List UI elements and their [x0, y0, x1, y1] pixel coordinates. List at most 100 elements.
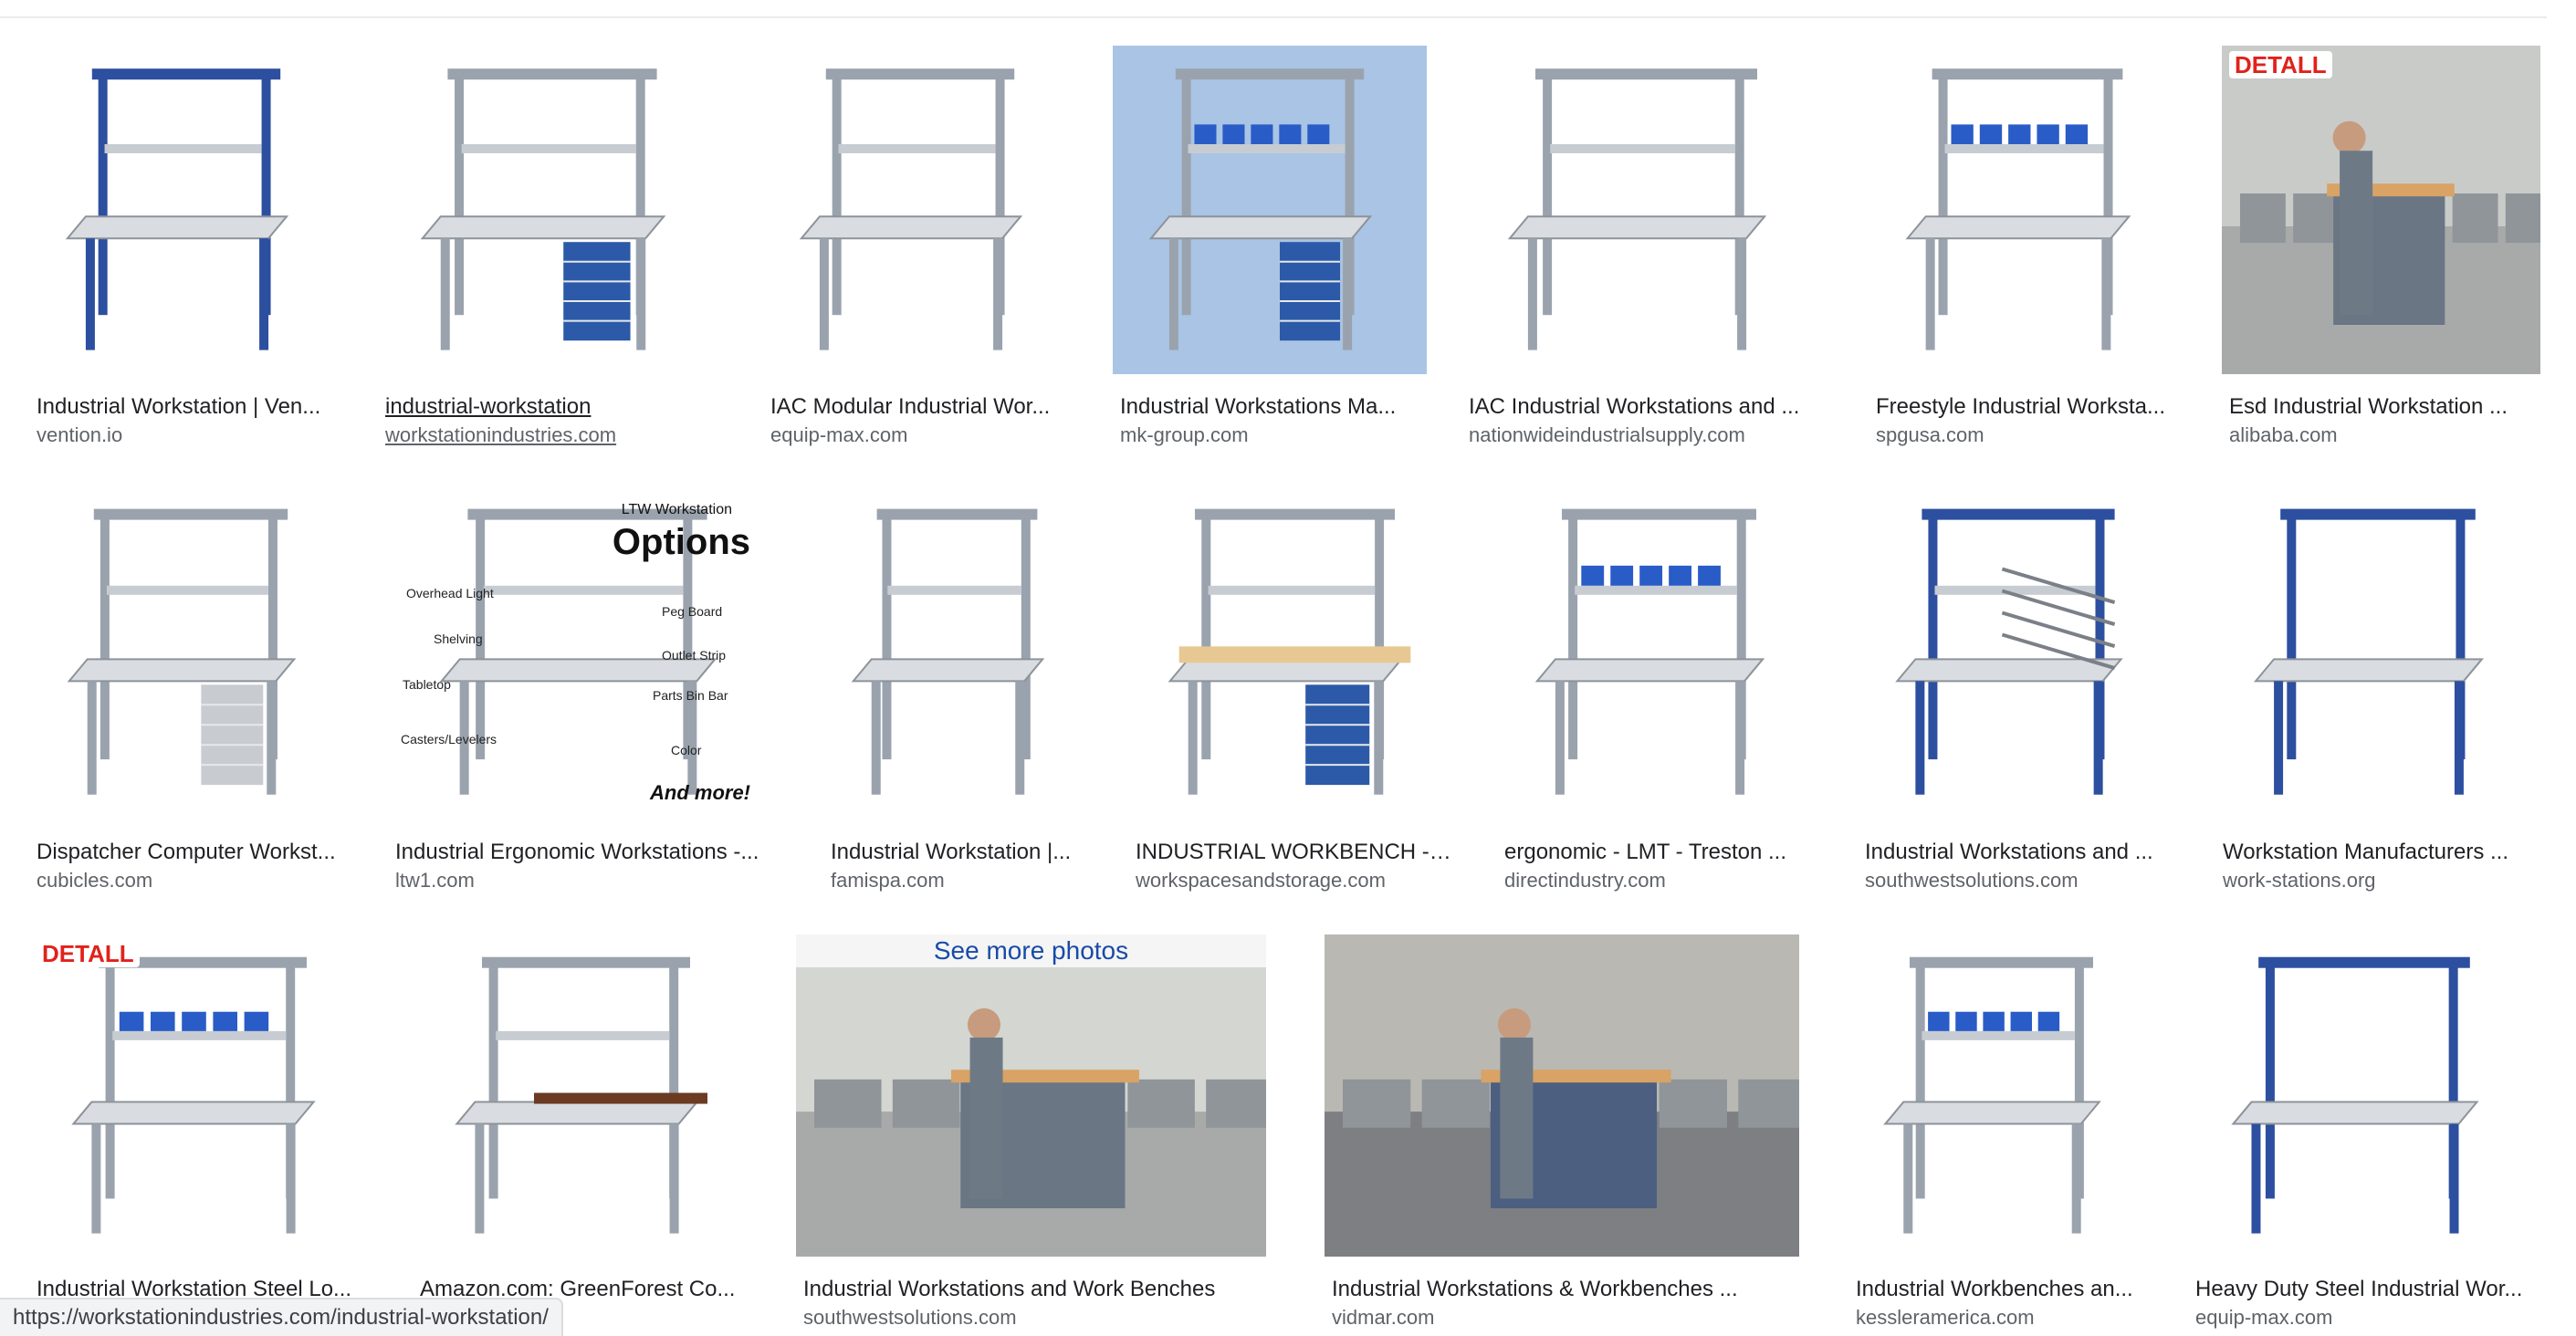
result-thumbnail[interactable] [2215, 485, 2540, 819]
image-result-card[interactable]: DETALL Industrial Workstation Steel Lo... [29, 934, 376, 1304]
result-source-domain[interactable]: equip-max.com [2195, 1304, 2533, 1331]
brand-logo: DETALL [2229, 51, 2332, 78]
result-thumbnail[interactable] [29, 485, 352, 819]
image-result-card[interactable]: ergonomic - LMT - Treston ... directindus… [1497, 485, 1821, 894]
result-source-domain[interactable]: vidmar.com [1332, 1304, 1792, 1331]
result-thumbnail[interactable] [1113, 46, 1427, 374]
result-source-domain[interactable]: famispa.com [831, 867, 1084, 894]
result-title[interactable]: Industrial Workstations & Workbenches ..… [1332, 1275, 1792, 1304]
result-title[interactable]: Freestyle Industrial Worksta... [1876, 392, 2179, 422]
thumbnail-illustration [796, 934, 1266, 1257]
result-thumbnail[interactable] [2188, 934, 2540, 1257]
result-title[interactable]: Esd Industrial Workstation ... [2229, 392, 2533, 422]
thumbnail-illustration [378, 46, 727, 374]
result-source-domain[interactable]: nationwideindustrialsupply.com [1469, 422, 1824, 449]
image-result-card[interactable]: IAC Industrial Workstations and ... natio… [1461, 46, 1831, 449]
result-title[interactable]: Industrial Workstations and ... [1865, 838, 2172, 867]
result-thumbnail[interactable] [1869, 46, 2186, 374]
ltw-callout-label: Casters/Levelers [401, 732, 497, 746]
ltw-callout-label: Overhead Light [406, 586, 494, 600]
result-thumbnail[interactable]: See more photos [796, 934, 1266, 1257]
ltw-callout-label: Shelving [434, 631, 483, 646]
result-title[interactable]: Industrial Workstations Ma... [1120, 392, 1419, 422]
image-result-card[interactable]: Heavy Duty Steel Industrial Wor... equip-… [2188, 934, 2540, 1331]
thumbnail-illustration [29, 934, 376, 1257]
result-title[interactable]: IAC Modular Industrial Wor... [770, 392, 1070, 422]
thumbnail-illustration [1113, 46, 1427, 374]
thumbnail-illustration [1128, 485, 1461, 819]
image-result-card[interactable]: IAC Modular Industrial Wor... equip-max.c… [763, 46, 1077, 449]
result-thumbnail[interactable] [378, 46, 727, 374]
result-source-domain[interactable]: kessleramerica.com [1856, 1304, 2147, 1331]
result-thumbnail[interactable] [1325, 934, 1799, 1257]
result-thumbnail[interactable] [1461, 46, 1831, 374]
result-source-domain[interactable]: workspacesandstorage.com [1136, 867, 1454, 894]
thumbnail-illustration [2188, 934, 2540, 1257]
ltw-small-label: LTW Workstation [621, 502, 732, 517]
result-title[interactable]: Industrial Ergonomic Workstations -... [395, 838, 780, 867]
ltw-callout-label: Tabletop [403, 677, 451, 692]
result-source-domain[interactable]: southwestsolutions.com [803, 1304, 1259, 1331]
see-more-photos-link[interactable]: See more photos [796, 934, 1266, 967]
result-title[interactable]: Heavy Duty Steel Industrial Wor... [2195, 1275, 2533, 1304]
result-source-domain[interactable]: alibaba.com [2229, 422, 2533, 449]
result-thumbnail[interactable]: DETALL [29, 934, 376, 1257]
result-title[interactable]: INDUSTRIAL WORKBENCH - 8... [1136, 838, 1454, 867]
ltw-more-text: And more! [650, 781, 750, 804]
result-thumbnail[interactable] [1128, 485, 1461, 819]
image-result-card[interactable]: Workstation Manufacturers ... work-statio… [2215, 485, 2540, 894]
result-title[interactable]: Industrial Workbenches an... [1856, 1275, 2147, 1304]
thumbnail-illustration [1869, 46, 2186, 374]
image-result-card[interactable]: INDUSTRIAL WORKBENCH - 8... workspacesand… [1128, 485, 1461, 894]
result-title[interactable]: IAC Industrial Workstations and ... [1469, 392, 1824, 422]
image-result-card[interactable]: Dispatcher Computer Workst... cubicles.co… [29, 485, 352, 894]
result-title[interactable]: ergonomic - LMT - Treston ... [1504, 838, 1814, 867]
result-thumbnail[interactable]: LTW Workstation Options And more! Overhead … [388, 485, 787, 819]
image-result-card[interactable]: LTW Workstation Options And more! Overhead … [388, 485, 787, 894]
image-result-card[interactable]: Industrial Workbenches an... kesslerameri… [1848, 934, 2154, 1331]
thumbnail-illustration [2215, 485, 2540, 819]
result-source-domain[interactable]: cubicles.com [37, 867, 345, 894]
ltw-callout-label: Outlet Strip [662, 648, 727, 663]
image-result-card[interactable]: Industrial Workstation | Ven... vention.i… [29, 46, 343, 449]
ltw-callout-label: Color [671, 743, 702, 757]
thumbnail-illustration [1497, 485, 1821, 819]
thumbnail-illustration [823, 485, 1091, 819]
result-source-domain[interactable]: workstationindustries.com [385, 422, 719, 449]
ltw-options-title: Options [612, 522, 750, 562]
result-source-domain[interactable]: work-stations.org [2223, 867, 2533, 894]
result-thumbnail[interactable] [763, 46, 1077, 374]
image-result-card[interactable]: See more photos Industrial Workstations a… [796, 934, 1266, 1331]
result-source-domain[interactable]: ltw1.com [395, 867, 780, 894]
result-source-domain[interactable]: vention.io [37, 422, 336, 449]
image-result-card[interactable]: Industrial Workstations & Workbenches ..… [1325, 934, 1799, 1331]
image-result-card[interactable]: Amazon.com: GreenForest Co... [413, 934, 759, 1304]
result-thumbnail[interactable] [823, 485, 1091, 819]
result-source-domain[interactable]: mk-group.com [1120, 422, 1419, 449]
image-result-card[interactable]: DETALL Esd Industrial Workstation ... alib… [2222, 46, 2540, 449]
result-thumbnail[interactable] [29, 46, 343, 374]
result-title[interactable]: Industrial Workstations and Work Benches [803, 1275, 1259, 1304]
result-title[interactable]: industrial-workstation [385, 392, 719, 422]
result-source-domain[interactable]: spgusa.com [1876, 422, 2179, 449]
result-title[interactable]: Industrial Workstation | Ven... [37, 392, 336, 422]
image-result-card[interactable]: Freestyle Industrial Worksta... spgusa.co… [1869, 46, 2186, 449]
result-title[interactable]: Workstation Manufacturers ... [2223, 838, 2533, 867]
image-result-card[interactable]: industrial-workstation workstationindustr… [378, 46, 727, 449]
result-source-domain[interactable]: southwestsolutions.com [1865, 867, 2172, 894]
status-bar-url: https://workstationindustries.com/indust… [0, 1298, 563, 1336]
result-source-domain[interactable]: equip-max.com [770, 422, 1070, 449]
result-title[interactable]: Dispatcher Computer Workst... [37, 838, 345, 867]
thumbnail-illustration [1858, 485, 2179, 819]
image-result-card[interactable]: Industrial Workstation |... famispa.com [823, 485, 1091, 894]
result-thumbnail[interactable] [1858, 485, 2179, 819]
result-thumbnail[interactable] [413, 934, 759, 1257]
thumbnail-illustration [763, 46, 1077, 374]
image-result-card[interactable]: Industrial Workstations Ma... mk-group.co… [1113, 46, 1427, 449]
result-thumbnail[interactable] [1848, 934, 2154, 1257]
result-thumbnail[interactable]: DETALL [2222, 46, 2540, 374]
result-title[interactable]: Industrial Workstation |... [831, 838, 1084, 867]
result-thumbnail[interactable] [1497, 485, 1821, 819]
image-result-card[interactable]: Industrial Workstations and ... southwest… [1858, 485, 2179, 894]
result-source-domain[interactable]: directindustry.com [1504, 867, 1814, 894]
